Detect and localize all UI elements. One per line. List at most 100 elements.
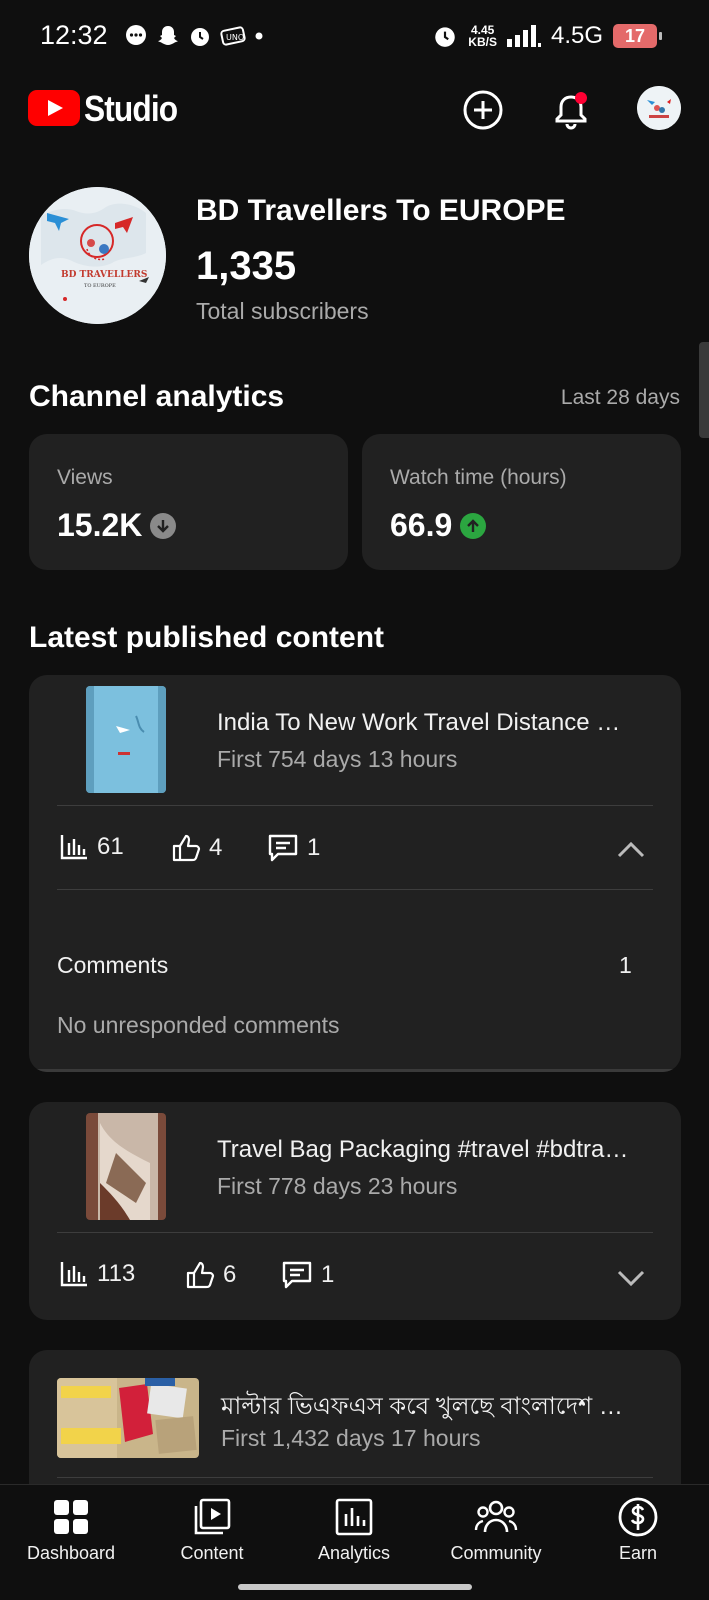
views-metric-card[interactable]: Views 15.2K bbox=[29, 434, 348, 570]
battery-icon: 17 bbox=[613, 24, 662, 48]
unresponded-comments[interactable]: No unresponded comments bbox=[57, 1012, 340, 1039]
divider bbox=[57, 1232, 653, 1233]
video-title[interactable]: মাল্টার ভিএফএস কবে খুলছে বাংলাদেশ … bbox=[221, 1388, 623, 1428]
analytics-icon bbox=[335, 1498, 373, 1536]
views-stat: 61 bbox=[59, 833, 124, 861]
network-type: 4.5G bbox=[550, 22, 603, 49]
collapse-button[interactable] bbox=[615, 834, 647, 866]
battery-level: 17 bbox=[624, 25, 646, 46]
video-performance: First 754 days 13 hours bbox=[217, 746, 458, 772]
earn-icon bbox=[618, 1497, 658, 1537]
content-card[interactable]: Travel Bag Packaging #travel #bdtra… Fir… bbox=[29, 1102, 681, 1320]
divider bbox=[57, 1477, 653, 1478]
likes-stat: 4 bbox=[171, 833, 222, 863]
comments-label: Comments bbox=[57, 952, 169, 978]
bar-chart-icon bbox=[60, 1262, 87, 1287]
video-performance: First 1,432 days 17 hours bbox=[221, 1425, 481, 1451]
metric-value: 15.2K bbox=[57, 507, 177, 544]
comments-count: 1 bbox=[307, 834, 321, 861]
channel-logo-small-icon bbox=[637, 86, 681, 130]
channel-logo-subtext: TO EUROPE bbox=[84, 283, 116, 289]
nav-label: Earn bbox=[618, 1543, 658, 1563]
video-thumbnail[interactable] bbox=[86, 686, 166, 793]
messenger-icon bbox=[126, 25, 146, 45]
alarm-icon bbox=[191, 28, 209, 46]
metric-label: Views bbox=[57, 466, 113, 489]
network-speed: 4.45 KB/S bbox=[468, 24, 497, 48]
app-bar: Studio bbox=[0, 80, 709, 140]
status-right: 4.45 KB/S 4.5G 17 bbox=[432, 22, 662, 50]
bar-chart-icon bbox=[60, 835, 87, 860]
latest-content-title: Latest published content bbox=[29, 621, 385, 654]
likes-stat: 6 bbox=[185, 1260, 236, 1290]
status-bar: 12:32 UNO 4.45 KB/S 4.5G 17 bbox=[0, 0, 709, 76]
nav-earn[interactable]: Earn bbox=[578, 1495, 698, 1564]
nav-community[interactable]: Community bbox=[436, 1495, 556, 1564]
divider bbox=[57, 889, 653, 890]
chevron-up-icon bbox=[617, 841, 645, 858]
thumbs-up-icon bbox=[186, 1261, 215, 1289]
metric-value: 66.9 bbox=[390, 507, 487, 544]
more-notifications-dot-icon bbox=[255, 32, 263, 40]
video-title[interactable]: India To New Work Travel Distance … bbox=[217, 709, 620, 737]
alarm-status-icon bbox=[435, 27, 456, 47]
channel-analytics-title: Channel analytics bbox=[29, 380, 285, 413]
community-icon bbox=[474, 1500, 518, 1533]
video-thumbnail[interactable] bbox=[57, 1378, 199, 1458]
snapchat-icon bbox=[158, 26, 178, 45]
account-avatar[interactable] bbox=[637, 86, 681, 130]
subscriber-label: Total subscribers bbox=[196, 298, 369, 324]
comments-stat: 1 bbox=[267, 833, 320, 863]
signal-icon bbox=[506, 25, 541, 47]
nav-label: Community bbox=[450, 1543, 542, 1563]
notifications-button[interactable] bbox=[547, 86, 595, 134]
comments-total: 1 bbox=[619, 952, 632, 978]
subscriber-count: 1,335 bbox=[196, 244, 297, 288]
youtube-logo-icon bbox=[28, 90, 80, 126]
watch-time-value: 66.9 bbox=[390, 507, 453, 543]
views-stat: 113 bbox=[59, 1260, 135, 1288]
comment-icon bbox=[268, 834, 298, 862]
notification-icons: UNO bbox=[124, 24, 264, 48]
content-card[interactable]: India To New Work Travel Distance … Firs… bbox=[29, 675, 681, 1072]
views-count: 113 bbox=[97, 1260, 136, 1287]
channel-name: BD Travellers To EUROPE bbox=[196, 194, 566, 227]
expand-button[interactable] bbox=[615, 1262, 647, 1294]
home-indicator[interactable] bbox=[238, 1584, 472, 1590]
divider bbox=[57, 805, 653, 806]
bell-icon bbox=[555, 92, 587, 130]
nav-label: Content bbox=[180, 1543, 244, 1563]
dashboard-icon bbox=[54, 1500, 88, 1534]
comments-stat: 1 bbox=[281, 1260, 334, 1290]
add-circle-icon bbox=[463, 90, 503, 130]
nav-label: Analytics bbox=[317, 1543, 391, 1563]
views-count: 61 bbox=[97, 833, 124, 860]
video-performance: First 778 days 23 hours bbox=[217, 1173, 458, 1199]
metric-label: Watch time (hours) bbox=[390, 466, 567, 489]
trend-up-icon bbox=[460, 512, 487, 539]
nav-analytics[interactable]: Analytics bbox=[294, 1495, 414, 1564]
content-icon bbox=[194, 1498, 231, 1535]
thumbs-up-icon bbox=[172, 834, 201, 862]
comment-icon bbox=[282, 1261, 312, 1289]
create-button[interactable] bbox=[459, 86, 507, 134]
trend-down-icon bbox=[150, 512, 177, 539]
comments-count: 1 bbox=[321, 1261, 335, 1288]
uno-icon: UNO bbox=[220, 26, 246, 46]
chevron-down-icon bbox=[617, 1270, 645, 1287]
status-time: 12:32 bbox=[40, 20, 108, 50]
video-title[interactable]: Travel Bag Packaging #travel #bdtra… bbox=[217, 1136, 628, 1164]
channel-avatar[interactable]: BD TRAVELLERS TO EUROPE bbox=[29, 187, 166, 324]
scrollbar[interactable] bbox=[699, 342, 709, 438]
nav-content[interactable]: Content bbox=[152, 1495, 272, 1564]
watch-time-metric-card[interactable]: Watch time (hours) 66.9 bbox=[362, 434, 681, 570]
channel-logo-icon: BD TRAVELLERS TO EUROPE bbox=[29, 187, 166, 324]
video-thumbnail[interactable] bbox=[86, 1113, 166, 1220]
svg-text:UNO: UNO bbox=[226, 33, 244, 42]
analytics-period: Last 28 days bbox=[560, 386, 680, 409]
likes-count: 4 bbox=[209, 834, 223, 861]
network-speed-unit: KB/S bbox=[468, 35, 497, 49]
nav-dashboard[interactable]: Dashboard bbox=[11, 1495, 131, 1564]
likes-count: 6 bbox=[223, 1261, 237, 1288]
nav-label: Dashboard bbox=[26, 1543, 116, 1563]
